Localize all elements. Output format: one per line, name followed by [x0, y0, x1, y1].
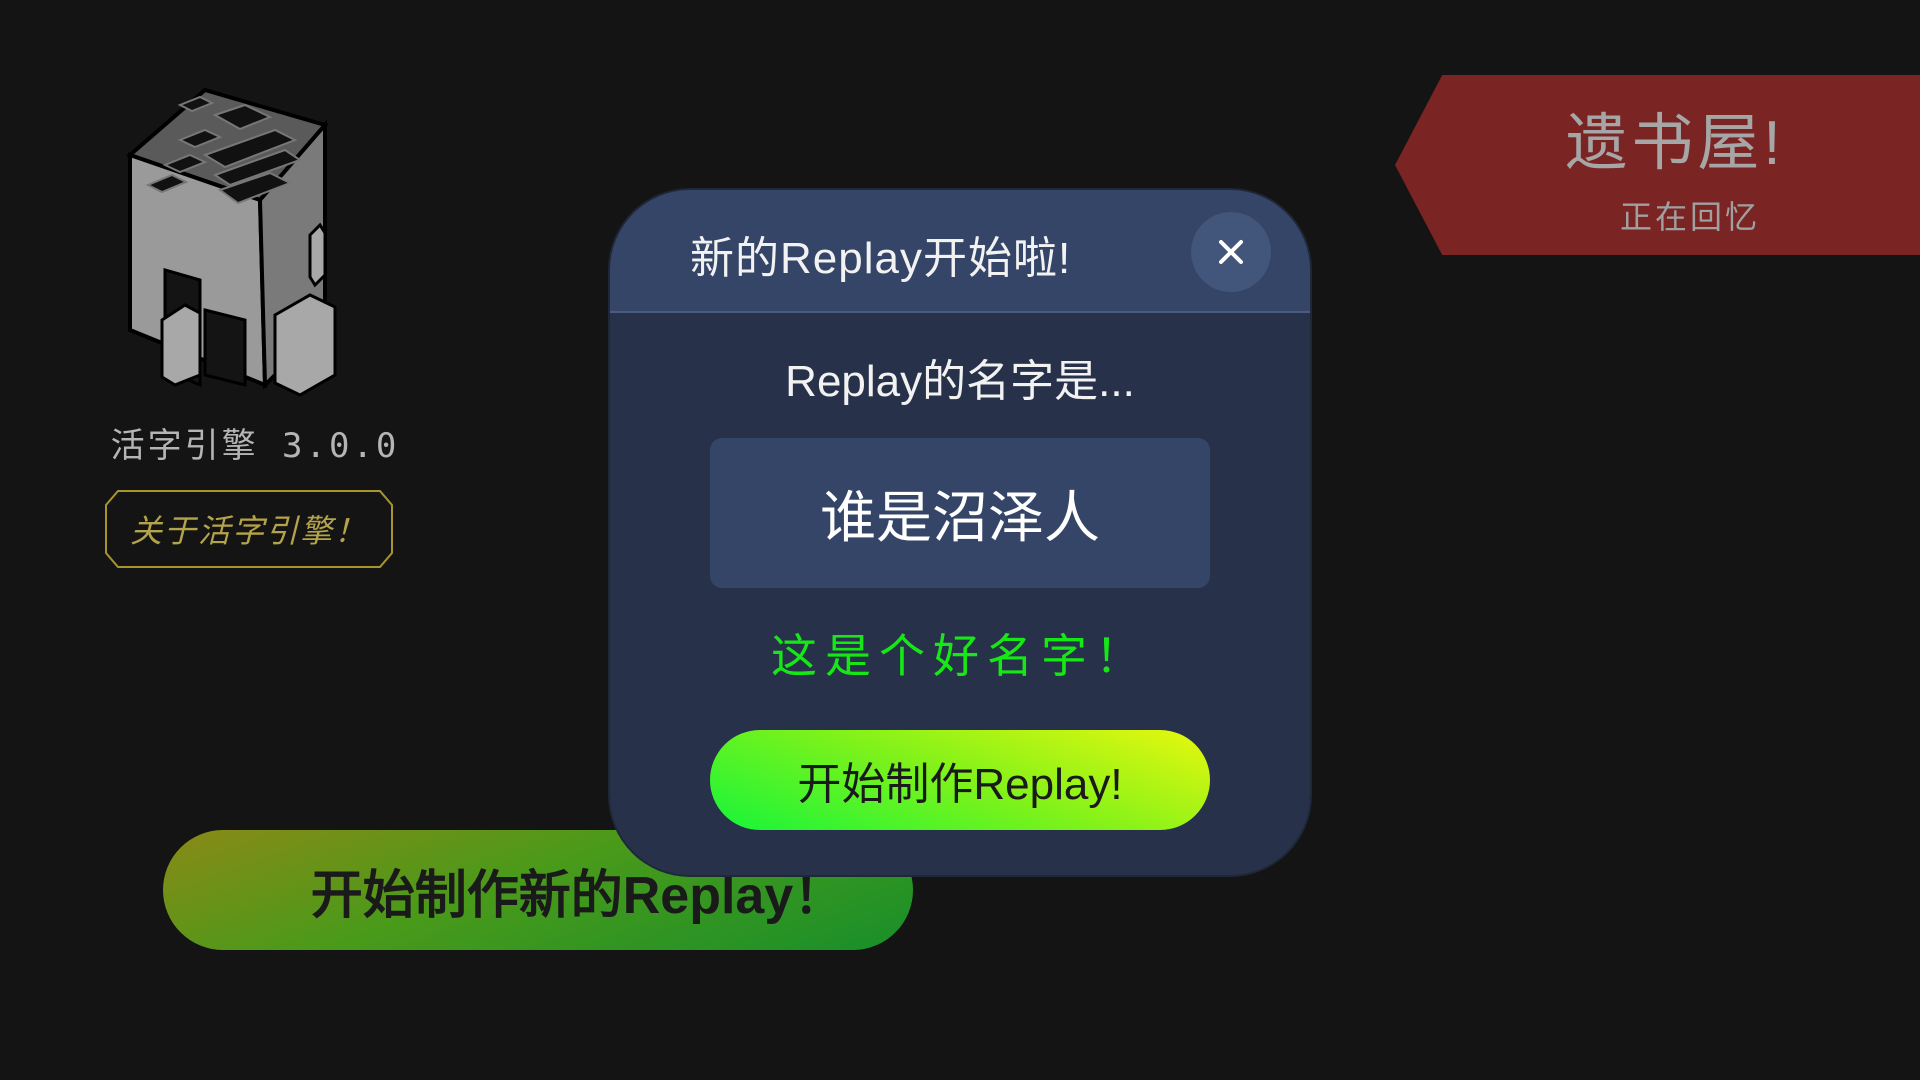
close-button[interactable] [1191, 212, 1271, 292]
close-icon [1219, 240, 1243, 264]
start-replay-label: 开始制作Replay! [797, 760, 1123, 809]
banner-subtitle: 正在回忆 [1619, 199, 1760, 235]
screen: 活字引擎 3.0.0 关于活字引擎！ 开始制作新的Replay！ 遗书屋! 正在… [0, 0, 1920, 1080]
replay-name-field[interactable] [710, 438, 1210, 588]
movable-type-logo-icon [126, 87, 337, 397]
start-replay-button[interactable]: 开始制作Replay! [710, 730, 1210, 830]
engine-version-label: 活字引擎 3.0.0 [110, 426, 400, 466]
replay-name-label: Replay的名字是... [785, 357, 1135, 406]
dialog-header: 新的Replay开始啦! [610, 190, 1310, 313]
dialog-title: 新的Replay开始啦! [690, 234, 1072, 283]
replay-name-input[interactable] [718, 479, 1202, 547]
name-validation-message: 这是个好名字！ [771, 629, 1149, 683]
new-replay-dialog: 新的Replay开始啦! Replay的名字是... 这是个好名字！ 开始制作R… [610, 190, 1310, 875]
banner-title: 遗书屋! [1565, 109, 1785, 178]
about-engine-button[interactable]: 关于活字引擎！ [106, 491, 392, 567]
